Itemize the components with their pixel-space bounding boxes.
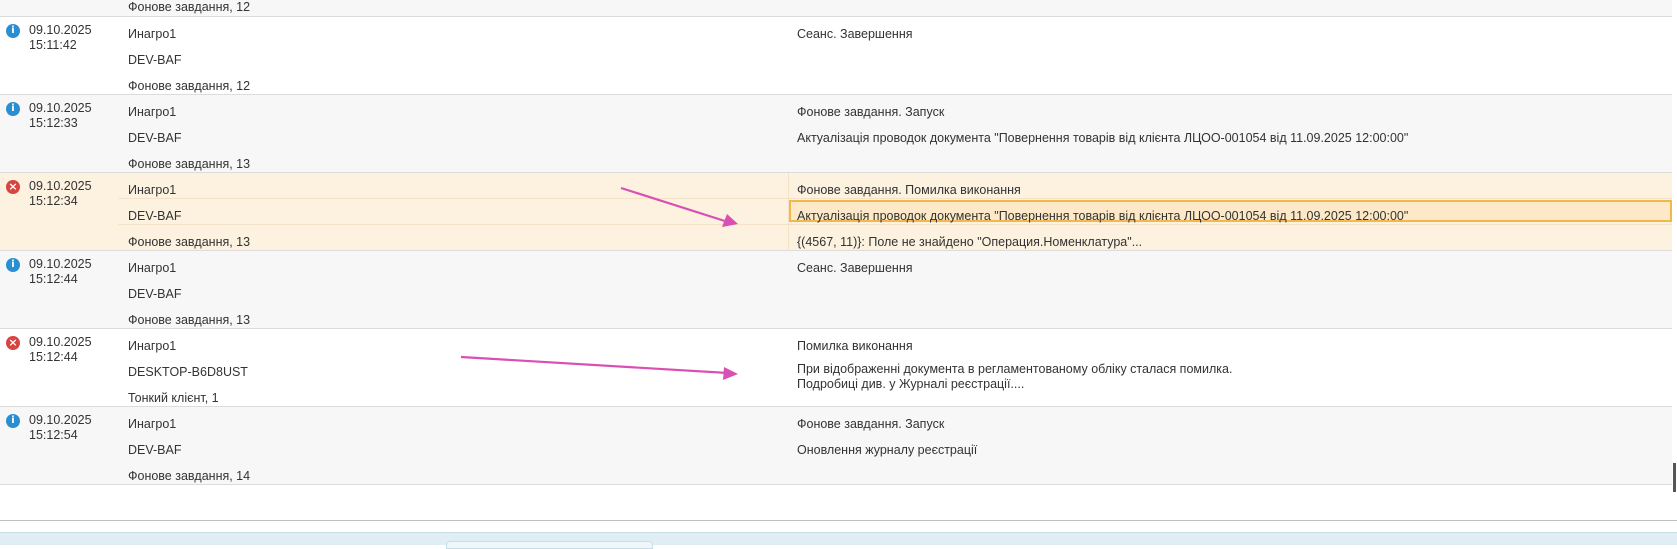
user-cell: Инагро1: [128, 339, 177, 353]
error-icon: ×: [6, 336, 20, 350]
bottom-tab[interactable]: [446, 541, 653, 549]
computer-cell: DEV-BAF: [128, 131, 182, 145]
row-divider: [118, 224, 1672, 225]
event-log-table: Фонове завдання, 12 i 09.10.2025 15:11:4…: [0, 0, 1672, 485]
time-text: 15:12:44: [29, 272, 78, 286]
user-cell: Инагро1: [128, 417, 177, 431]
computer-cell: DESKTOP-B6D8UST: [128, 365, 248, 379]
date-text: 09.10.2025: [29, 335, 92, 349]
table-row[interactable]: i 09.10.2025 15:12:44 Инагро1 DEV-BAF Фо…: [0, 251, 1672, 329]
info-icon: i: [6, 258, 20, 272]
datetime-cell: 09.10.2025 15:12:54: [29, 413, 92, 443]
event-cell: Сеанс. Завершення: [797, 27, 913, 41]
message-line: При відображенні документа в регламентов…: [797, 362, 1233, 376]
session-cell: Фонове завдання, 14: [128, 469, 251, 483]
time-text: 15:12:33: [29, 116, 78, 130]
computer-cell: DEV-BAF: [128, 287, 182, 301]
date-text: 09.10.2025: [29, 413, 92, 427]
info-icon: i: [6, 24, 20, 38]
message-line: Подробиці див. у Журналі реєстрації....: [797, 377, 1025, 391]
computer-cell: DEV-BAF: [128, 443, 182, 457]
user-cell: Инагро1: [128, 27, 177, 41]
datetime-cell: 09.10.2025 15:12:33: [29, 101, 92, 131]
session-cell: Фонове завдання, 13: [128, 157, 251, 171]
computer-cell: DEV-BAF: [128, 209, 182, 223]
event-cell: Сеанс. Завершення: [797, 261, 913, 275]
user-cell: Инагро1: [128, 183, 177, 197]
table-row-partial[interactable]: Фонове завдання, 12: [0, 0, 1672, 17]
comment-cell: {(4567, 11)}: Поле не знайдено "Операция…: [797, 235, 1143, 249]
datetime-cell: 09.10.2025 15:12:34: [29, 179, 92, 209]
message-cell[interactable]: Актуалізація проводок документа "Поверне…: [797, 209, 1408, 223]
info-icon: i: [6, 414, 20, 428]
event-cell: Фонове завдання. Помилка виконання: [797, 183, 1021, 197]
session-cell: Фонове завдання, 12: [128, 0, 251, 14]
table-row[interactable]: i 09.10.2025 15:12:33 Инагро1 DEV-BAF Фо…: [0, 95, 1672, 173]
time-text: 15:12:54: [29, 428, 78, 442]
table-row[interactable]: i 09.10.2025 15:12:54 Инагро1 DEV-BAF Фо…: [0, 407, 1672, 485]
divider: [0, 520, 1677, 521]
info-icon: i: [6, 102, 20, 116]
bottom-panel: [0, 532, 1677, 545]
time-text: 15:12:34: [29, 194, 78, 208]
computer-cell: DEV-BAF: [128, 53, 182, 67]
date-text: 09.10.2025: [29, 101, 92, 115]
user-cell: Инагро1: [128, 105, 177, 119]
table-footer-space: [0, 492, 1677, 520]
session-cell: Фонове завдання, 12: [128, 79, 251, 93]
event-cell: Фонове завдання. Запуск: [797, 417, 945, 431]
error-icon: ×: [6, 180, 20, 194]
session-cell: Фонове завдання, 13: [128, 235, 251, 249]
user-cell: Инагро1: [128, 261, 177, 275]
vertical-scrollbar[interactable]: [1672, 0, 1677, 495]
event-cell: Фонове завдання. Запуск: [797, 105, 945, 119]
message-cell: Оновлення журналу реєстрації: [797, 443, 978, 457]
session-cell: Тонкий клієнт, 1: [128, 391, 219, 405]
event-cell: Помилка виконання: [797, 339, 913, 353]
session-cell: Фонове завдання, 13: [128, 313, 251, 327]
message-cell: Актуалізація проводок документа "Поверне…: [797, 131, 1409, 145]
datetime-cell: 09.10.2025 15:11:42: [29, 23, 92, 53]
date-text: 09.10.2025: [29, 257, 92, 271]
table-row-selected[interactable]: × 09.10.2025 15:12:34 Инагро1 DEV-BAF Фо…: [0, 173, 1672, 251]
date-text: 09.10.2025: [29, 23, 92, 37]
datetime-cell: 09.10.2025 15:12:44: [29, 257, 92, 287]
message-cell: При відображенні документа в регламентов…: [797, 362, 1232, 392]
time-text: 15:12:44: [29, 350, 78, 364]
date-text: 09.10.2025: [29, 179, 92, 193]
table-row[interactable]: i 09.10.2025 15:11:42 Инагро1 DEV-BAF Фо…: [0, 17, 1672, 95]
table-row[interactable]: × 09.10.2025 15:12:44 Инагро1 DESKTOP-B6…: [0, 329, 1672, 407]
row-divider: [118, 198, 1672, 199]
datetime-cell: 09.10.2025 15:12:44: [29, 335, 92, 365]
time-text: 15:11:42: [29, 38, 77, 52]
